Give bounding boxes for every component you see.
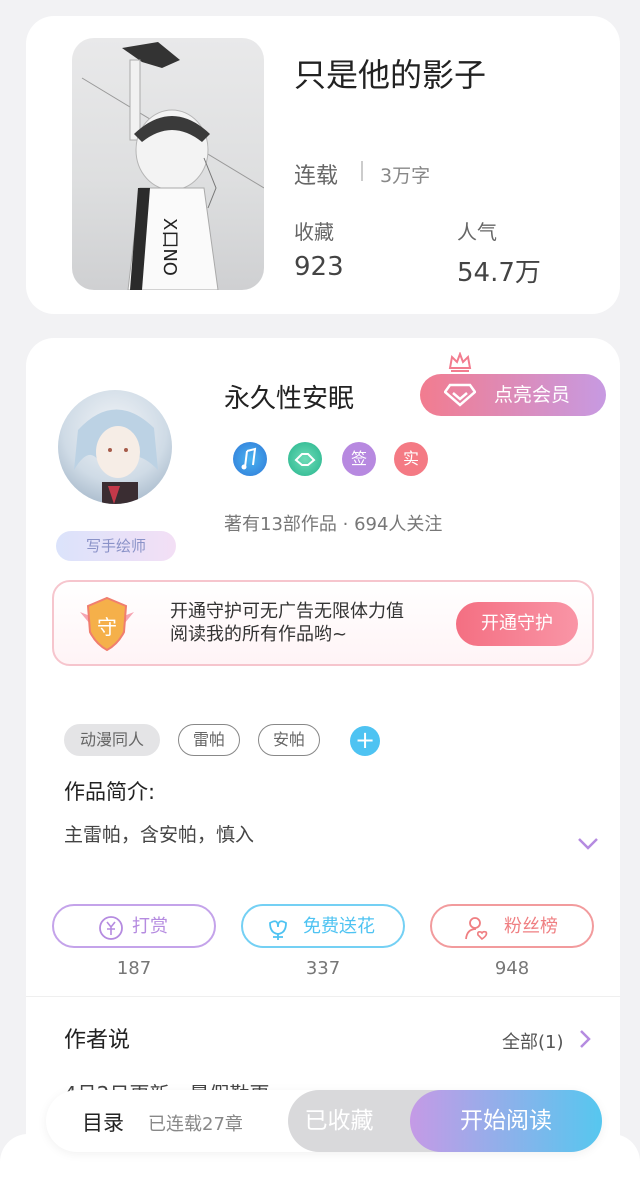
book-cover-image[interactable]: X口NO <box>72 38 264 290</box>
guard-shield-icon: 守 <box>80 596 134 652</box>
flower-icon <box>269 920 287 940</box>
bottom-action-bar: 目录 已连载27章 已收藏 开始阅读 <box>46 1090 602 1152</box>
section-divider <box>26 996 620 997</box>
fan-rank-label: 粉丝榜 <box>504 916 558 937</box>
fan-rank-button[interactable]: 粉丝榜 <box>430 904 594 948</box>
word-count: 3万字 <box>380 165 431 187</box>
crown-icon <box>448 352 472 372</box>
tag-anpa[interactable]: 安帕 <box>258 724 320 756</box>
popularity-value: 54.7万 <box>457 258 541 288</box>
chevron-down-icon[interactable] <box>576 836 600 852</box>
author-name[interactable]: 永久性安眠 <box>224 378 354 415</box>
serial-status: 连载 <box>294 164 339 189</box>
catalog-button[interactable]: 目录 <box>82 1107 124 1137</box>
favorited-label: 已收藏 <box>304 1108 374 1134</box>
favorites-label: 收藏 <box>294 220 334 244</box>
send-flower-button[interactable]: 免费送花 <box>241 904 405 948</box>
add-tag-button[interactable]: + <box>350 726 380 756</box>
open-guard-button[interactable]: 开通守护 <box>456 602 578 646</box>
fan-count: 948 <box>494 958 530 979</box>
tag-anime[interactable]: 动漫同人 <box>64 724 160 756</box>
yen-icon <box>99 916 123 940</box>
intro-title: 作品简介: <box>64 780 156 804</box>
author-role-badge: 写手绘师 <box>56 531 176 561</box>
favorites-value: 923 <box>294 252 344 282</box>
user-heart-icon <box>465 917 488 941</box>
guard-promo-banner[interactable]: 守 开通守护可无广告无限体力值 阅读我的所有作品哟~ 开通守护 <box>52 580 594 666</box>
intro-text: 主雷帕，含安帕，慎入 <box>64 824 255 846</box>
light-up-vip-button[interactable]: 点亮会员 <box>420 374 606 416</box>
diamond-icon <box>444 383 476 407</box>
guard-line-2: 阅读我的所有作品哟~ <box>170 624 348 645</box>
music-badge-icon[interactable] <box>233 442 267 476</box>
book-title: 只是他的影子 <box>294 56 487 94</box>
verified-badge[interactable]: 实 <box>394 442 428 476</box>
divider <box>361 161 363 181</box>
tip-count: 187 <box>116 958 152 979</box>
tip-button[interactable]: 打赏 <box>52 904 216 948</box>
send-flower-label: 免费送花 <box>303 916 375 937</box>
author-say-all-link[interactable]: 全部(1) <box>502 1028 564 1054</box>
tag-leipa[interactable]: 雷帕 <box>178 724 240 756</box>
author-avatar[interactable] <box>58 390 172 504</box>
chapter-count[interactable]: 已连载27章 <box>148 1110 243 1136</box>
author-say-title: 作者说 <box>64 1028 131 1053</box>
hands-badge-icon[interactable] <box>288 442 322 476</box>
guard-promo-text: 开通守护可无广告无限体力值 阅读我的所有作品哟~ <box>170 600 404 646</box>
flower-count: 337 <box>305 958 341 979</box>
signed-badge[interactable]: 签 <box>342 442 376 476</box>
svg-text:守: 守 <box>97 615 117 639</box>
book-info-card: X口NO 只是他的影子 连载 3万字 收藏 923 人气 54.7万 <box>26 16 620 314</box>
author-card: 写手绘师 永久性安眠 点亮会员 签 实 著有13部作品 · 694人关注 守 开… <box>26 338 620 1198</box>
vip-button-label: 点亮会员 <box>494 384 571 406</box>
works-and-followers: 著有13部作品 · 694人关注 <box>224 514 443 535</box>
popularity-label: 人气 <box>457 220 497 244</box>
tip-label: 打赏 <box>132 916 168 937</box>
svg-text:X口NO: X口NO <box>159 218 180 276</box>
start-reading-button[interactable]: 开始阅读 <box>410 1090 602 1152</box>
guard-line-1: 开通守护可无广告无限体力值 <box>170 601 404 622</box>
chevron-right-icon[interactable] <box>578 1028 592 1050</box>
